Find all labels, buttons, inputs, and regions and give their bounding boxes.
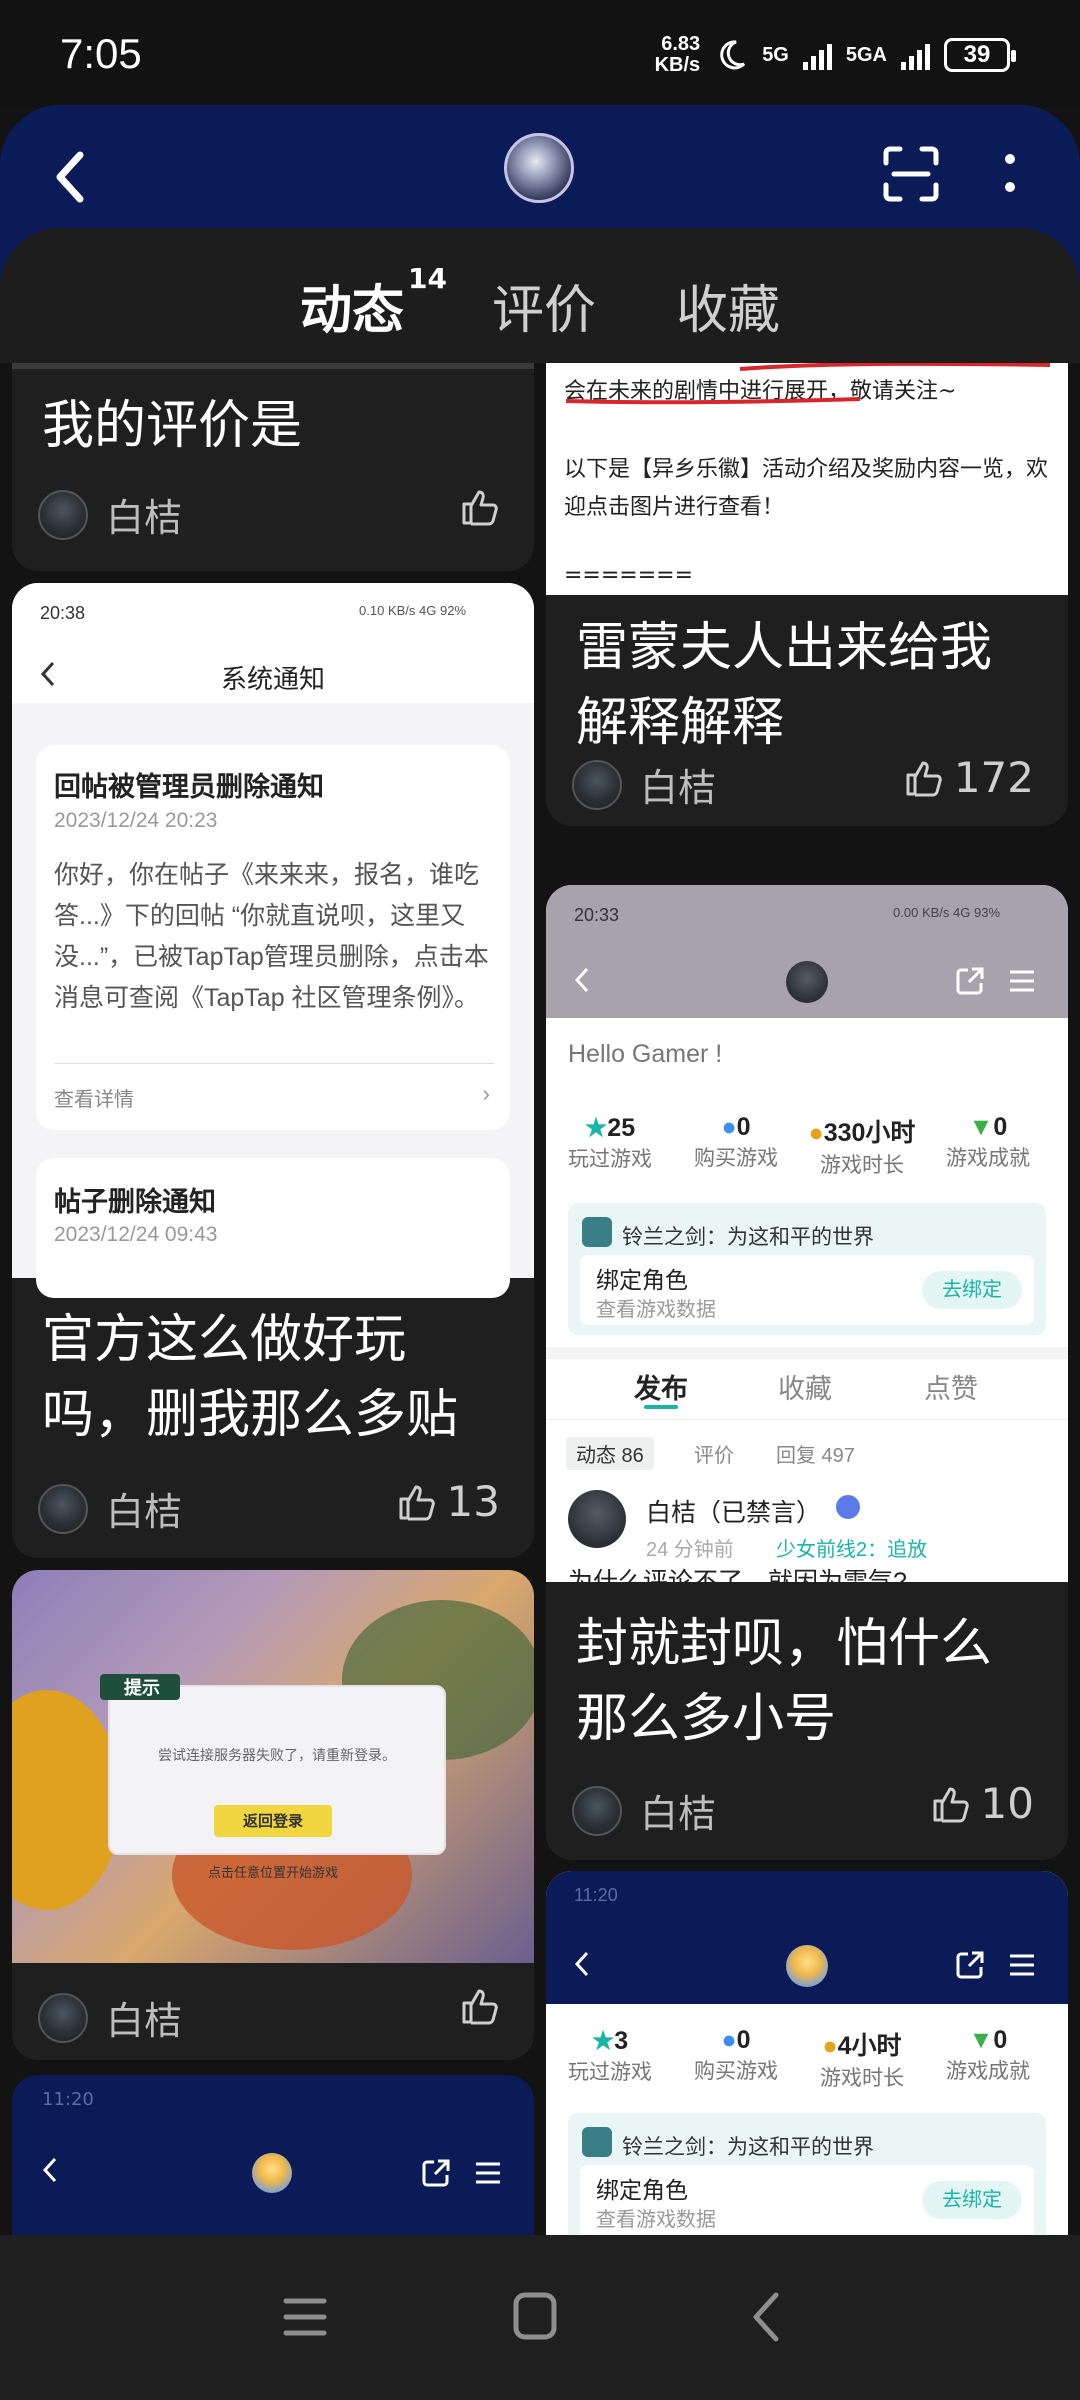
home-icon[interactable] <box>512 2291 558 2341</box>
back-arrow-icon <box>574 967 589 993</box>
post-title: 封就封呗，怕什么那么多小号 <box>576 1614 993 1749</box>
bind-button: 去绑定 <box>922 2181 1022 2219</box>
thumbs-up-icon <box>462 1989 498 2025</box>
stat-games-bought: ●0 购买游戏 <box>694 2026 778 2083</box>
back-arrow-icon <box>42 2157 57 2183</box>
system-nav-bar <box>0 2235 1080 2400</box>
return-login-button: 返回登录 <box>214 1805 332 1837</box>
post-title: 官方这么做好玩吗，删我那么多贴 <box>42 1310 459 1445</box>
like-button[interactable]: 172 <box>904 753 1034 802</box>
like-button[interactable] <box>460 487 500 527</box>
post-card[interactable]: 20:38 0.10 KB/s 4G 92% 系统通知 回帖被管理员删除通知 2… <box>12 583 534 1558</box>
post-author[interactable]: 白桔 <box>572 1783 716 1838</box>
scan-icon[interactable] <box>882 145 940 203</box>
stat-games-played: ★3 玩过游戏 <box>568 2027 652 2084</box>
battery-icon: 39 <box>944 38 1016 72</box>
post-author[interactable]: 白桔 <box>38 1481 182 1536</box>
like-count: 172 <box>953 753 1034 802</box>
stat-achievements: ▼0 游戏成就 <box>946 1113 1030 1170</box>
menu-icon <box>1010 970 1034 992</box>
like-count: 13 <box>446 1477 500 1526</box>
author-avatar <box>38 489 88 540</box>
menu-icon <box>476 2162 500 2184</box>
like-button[interactable]: 10 <box>931 1779 1034 1828</box>
post-image: 会在未来的剧情中进行展开，敬请关注~ 以下是【异乡乐徽】活动介绍及奖励内容一览，… <box>546 363 1068 595</box>
avatar <box>786 961 828 1003</box>
thumbs-up-icon <box>906 761 942 796</box>
share-icon <box>422 2159 450 2187</box>
signal-icon <box>802 40 832 70</box>
stat-achievements: ▼0 游戏成就 <box>946 2026 1030 2083</box>
avatar[interactable] <box>504 133 574 203</box>
stat-games-bought: ●0 购买游戏 <box>694 1113 778 1170</box>
back-arrow-icon <box>574 1951 589 1977</box>
status-bar: 7:05 6.83 KB/s 5G 5GA 39 <box>0 0 1080 108</box>
post-image: 20:33 0.00 KB/s 4G 93% Hello Gamer ! ★25… <box>546 885 1068 1582</box>
avatar <box>786 1945 828 1987</box>
tab-favorites[interactable]: 收藏 <box>676 268 780 343</box>
thumbs-up-icon <box>933 1787 969 1822</box>
back-arrow-icon[interactable] <box>50 147 90 207</box>
tab-reviews[interactable]: 评价 <box>492 268 596 343</box>
post-card[interactable]: 我的评价是 白桔 <box>12 363 534 571</box>
post-author[interactable]: 白桔 <box>38 487 182 542</box>
moon-icon <box>720 40 746 70</box>
like-button[interactable] <box>460 1986 500 2026</box>
avatar <box>568 1490 626 1548</box>
network-5ga-label: 5GA <box>845 43 887 66</box>
status-icons: 6.83 KB/s 5G 5GA 39 <box>654 33 1016 76</box>
share-icon <box>956 967 984 995</box>
post-card[interactable]: 20:33 0.00 KB/s 4G 93% Hello Gamer ! ★25… <box>546 885 1068 1860</box>
post-author[interactable]: 白桔 <box>38 1990 182 2045</box>
post-image: 11:20 ★3 玩过游戏 ●0 购买游戏 ●4小时 游戏时长 ▼0 游戏成就 铃兰之剑… <box>546 1871 1068 2235</box>
avatar <box>252 2153 292 2193</box>
recent-apps-icon[interactable] <box>282 2295 328 2339</box>
network-5g-label: 5G <box>762 43 789 66</box>
author-avatar <box>572 759 622 810</box>
network-speed: 6.83 KB/s <box>654 33 701 76</box>
verified-icon <box>836 1495 860 1519</box>
game-icon <box>582 1217 612 1247</box>
stat-games-played: ★25 玩过游戏 <box>568 1114 652 1171</box>
more-options-icon[interactable] <box>1000 151 1020 197</box>
post-title: 雷蒙夫人出来给我解释解释 <box>576 618 993 753</box>
author-avatar <box>572 1785 622 1836</box>
like-count: 10 <box>980 1779 1034 1828</box>
tab-bar: 动态14 评价 收藏 <box>0 228 1080 363</box>
stat-play-time: ●330小时 游戏时长 <box>808 1119 916 1177</box>
back-icon[interactable] <box>750 2291 782 2343</box>
share-icon <box>956 1951 984 1979</box>
author-avatar <box>38 1483 88 1534</box>
status-time: 7:05 <box>60 30 142 77</box>
tab-dynamic[interactable]: 动态14 <box>300 262 447 343</box>
thumbs-up-icon <box>462 490 498 526</box>
feed[interactable]: 我的评价是 白桔 20:38 0.10 KB/s 4G 92% 系统通知 回帖被… <box>0 363 1080 2235</box>
post-author[interactable]: 白桔 <box>572 757 716 812</box>
game-icon <box>582 2127 612 2157</box>
thumbs-up-icon <box>399 1485 435 1520</box>
menu-icon <box>1010 1954 1034 1976</box>
post-title: 我的评价是 <box>42 396 303 456</box>
stat-play-time: ●4小时 游戏时长 <box>820 2032 904 2090</box>
post-card[interactable]: 11:20 <box>12 2075 534 2235</box>
author-avatar <box>38 1992 88 2043</box>
bind-button: 去绑定 <box>922 1271 1022 1309</box>
tab-dynamic-count: 14 <box>408 261 447 295</box>
post-card[interactable]: 会在未来的剧情中进行展开，敬请关注~ 以下是【异乡乐徽】活动介绍及奖励内容一览，… <box>546 363 1068 826</box>
like-button[interactable]: 13 <box>397 1477 500 1526</box>
post-image: 20:38 0.10 KB/s 4G 92% 系统通知 回帖被管理员删除通知 2… <box>12 583 534 1298</box>
post-card[interactable]: 11:20 ★3 玩过游戏 ●0 购买游戏 ●4小时 游戏时长 ▼0 游戏成就 铃兰之剑… <box>546 1871 1068 2235</box>
signal-icon-2 <box>901 40 930 70</box>
post-image: 提示 尝试连接服务器失败了，请重新登录。 返回登录 点击任意位置开始游戏 <box>12 1570 534 1963</box>
post-card[interactable]: 提示 尝试连接服务器失败了，请重新登录。 返回登录 点击任意位置开始游戏 白桔 <box>12 1570 534 2060</box>
red-underline-mark <box>565 363 1051 405</box>
